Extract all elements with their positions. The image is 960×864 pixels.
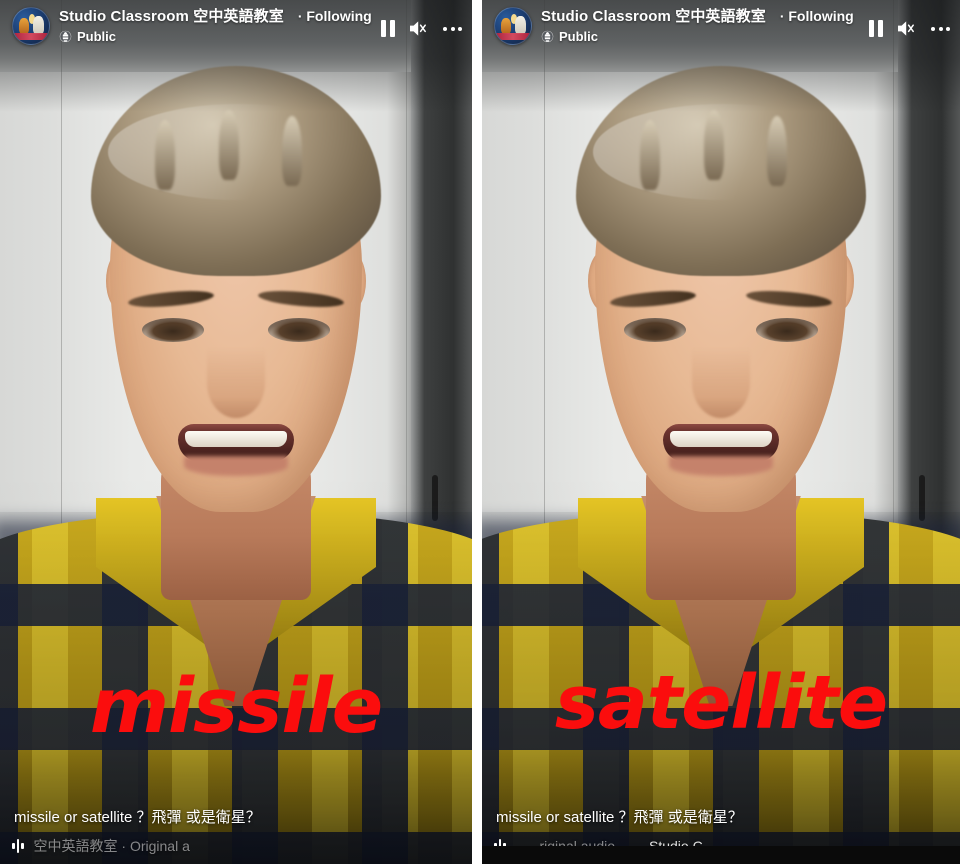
globe-icon — [59, 31, 72, 43]
speaker-mute-icon — [410, 21, 426, 36]
eye-left — [624, 318, 686, 342]
panel-divider — [472, 0, 482, 864]
page-name[interactable]: Studio Classroom 空中英語教室 — [59, 8, 284, 26]
lower-lip — [184, 456, 288, 476]
page-name[interactable]: Studio Classroom 空中英語教室 — [541, 8, 766, 26]
audio-title[interactable]: 空中英語教室 · Original a — [34, 836, 190, 856]
header-text-block: Studio Classroom 空中英語教室 · Following Publ… — [59, 7, 372, 44]
reel-panel-right[interactable]: Studio Classroom 空中英語教室 · Following Publ… — [482, 0, 960, 864]
header-controls-right — [869, 7, 950, 38]
pause-button[interactable] — [869, 20, 883, 37]
reel-header-right: Studio Classroom 空中英語教室 · Following Publ… — [482, 0, 960, 45]
avatar-ribbon — [495, 32, 531, 40]
nose — [692, 348, 750, 418]
reel-panel-left[interactable]: Studio Classroom 空中英語教室 · Following Publ… — [0, 0, 472, 864]
header-controls-left — [381, 7, 462, 38]
hair — [91, 66, 381, 276]
teeth — [184, 430, 288, 447]
avatar[interactable] — [494, 7, 532, 45]
video-frame-right[interactable] — [482, 0, 960, 864]
hair — [576, 66, 866, 276]
three-dots-icon — [931, 26, 950, 31]
avatar-ribbon — [13, 32, 49, 40]
mute-button[interactable] — [896, 19, 918, 38]
header-text-block: Studio Classroom 空中英語教室 · Following Publ… — [541, 7, 860, 44]
more-options-button[interactable] — [443, 26, 462, 31]
privacy-row: Public — [541, 29, 860, 44]
more-options-button[interactable] — [931, 26, 950, 31]
pause-button[interactable] — [381, 20, 395, 37]
pause-icon — [869, 20, 883, 37]
avatar-figure-right — [33, 15, 44, 34]
pause-icon — [381, 20, 395, 37]
video-frame-left[interactable] — [0, 0, 472, 864]
three-dots-icon — [443, 26, 462, 31]
globe-icon — [541, 31, 554, 43]
eye-right — [756, 318, 818, 342]
privacy-row: Public — [59, 29, 372, 44]
bottom-black-bar — [482, 846, 960, 864]
caption-text-right: missile or satellite ？飛彈 或是衛星？ — [496, 809, 743, 827]
privacy-label: Public — [77, 29, 117, 45]
speaker-person — [482, 0, 960, 864]
lower-lip — [669, 456, 773, 476]
following-label[interactable]: · Following — [298, 8, 372, 25]
caption-text-left: missile or satellite ？飛彈 或是衛星？ — [14, 809, 261, 827]
mute-button[interactable] — [408, 19, 430, 38]
eye-right — [268, 318, 330, 342]
eye-left — [142, 318, 204, 342]
following-label[interactable]: · Following — [780, 8, 854, 25]
audio-attribution-left[interactable]: 空中英語教室 · Original a — [12, 834, 460, 858]
teeth — [669, 430, 773, 447]
avatar-figure-right — [515, 15, 526, 34]
nose — [207, 348, 265, 418]
dual-reel-screenshot: Studio Classroom 空中英語教室 · Following Publ… — [0, 0, 960, 864]
avatar[interactable] — [12, 7, 50, 45]
reel-header-left: Studio Classroom 空中英語教室 · Following Publ… — [0, 0, 472, 45]
audio-wave-icon — [12, 839, 24, 853]
speaker-mute-icon — [898, 21, 914, 36]
speaker-person — [0, 0, 472, 864]
privacy-label: Public — [559, 29, 599, 45]
